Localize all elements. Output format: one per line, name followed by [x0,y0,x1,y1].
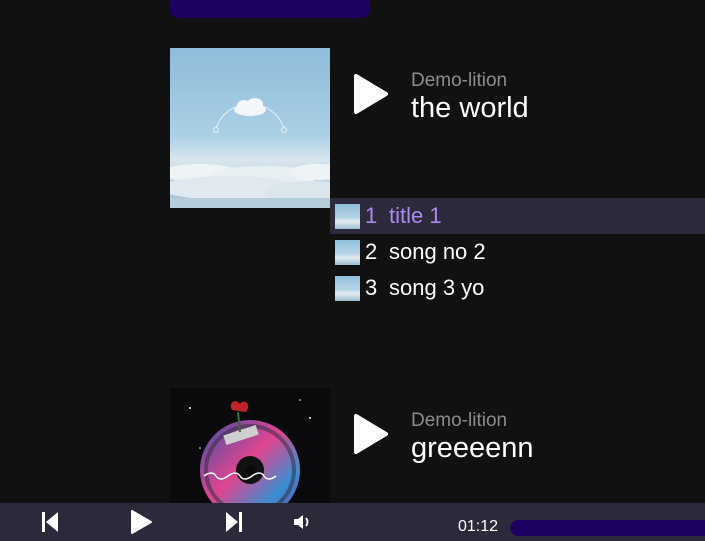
top-accent-bar [170,0,370,18]
album-artist: Demo-lition [411,410,508,431]
volume-icon [294,515,309,529]
album-cover[interactable] [170,48,330,208]
track-item[interactable]: 2 song no 2 [330,234,705,270]
play-icon [354,74,388,114]
album-play-button[interactable] [350,412,390,456]
progress-bar[interactable] [510,520,705,536]
play-icon [131,510,152,534]
album-artist: Demo-lition [411,70,508,91]
play-icon [354,414,388,454]
album-title: the world [411,92,529,124]
track-name: song 3 yo [389,275,485,300]
track-name: song no 2 [389,239,486,264]
skip-previous-icon [42,512,58,532]
track-thumbnail [335,203,360,229]
next-button[interactable] [220,503,248,541]
player-bar: 01:12 [0,503,705,541]
album-title: greeeenn [411,432,534,464]
track-name: title 1 [389,203,442,228]
tracklist: 1 title 1 2 song no 2 3 song 3 yo [330,198,705,306]
track-thumbnail [335,239,360,265]
skip-next-icon [226,512,242,532]
elapsed-time: 01:12 [458,518,499,535]
previous-button[interactable] [36,503,64,541]
play-button[interactable] [126,503,156,541]
track-number: 2 [365,239,378,264]
track-thumbnail [335,275,360,301]
album-play-button[interactable] [350,72,390,116]
cloud-artwork [170,48,330,208]
track-number: 1 [365,203,378,228]
track-number: 3 [365,275,378,300]
track-item[interactable]: 1 title 1 [330,198,705,234]
volume-button[interactable] [290,503,316,541]
music-page: Demo-lition the world 1 title 1 2 song n… [0,0,705,541]
track-item[interactable]: 3 song 3 yo [330,270,705,306]
